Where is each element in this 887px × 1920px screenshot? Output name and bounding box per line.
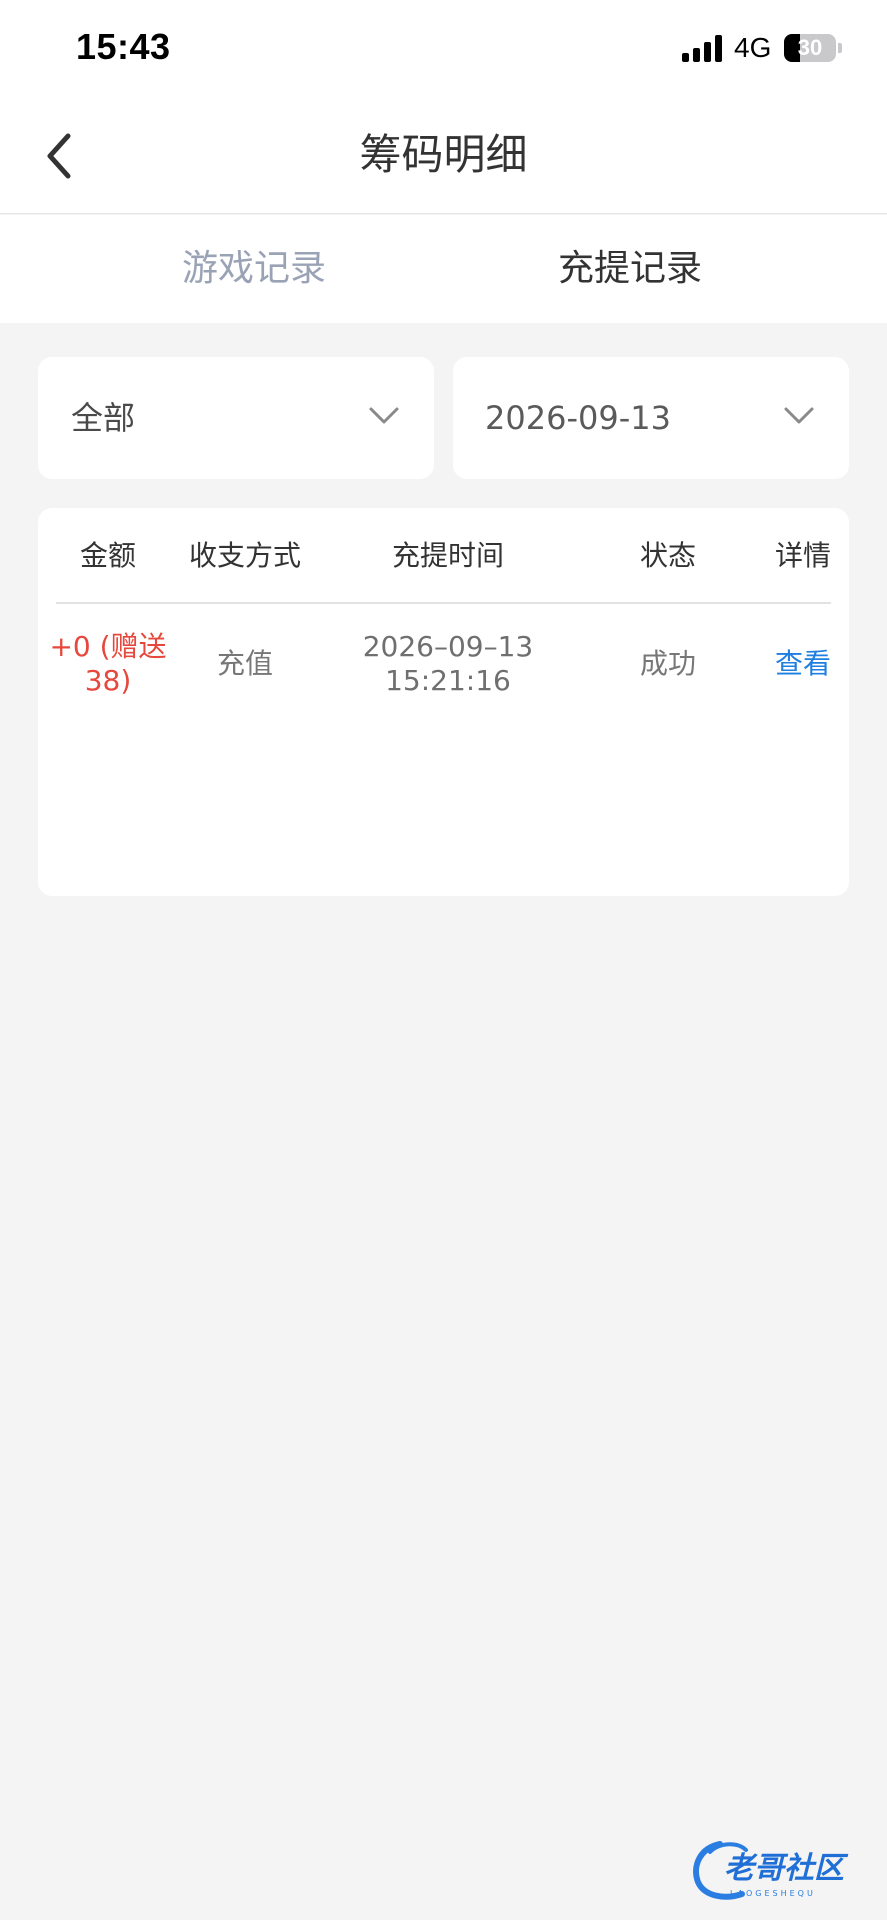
network-type: 4G [734, 32, 772, 63]
status-bar: 15:43 4G 30 [0, 0, 887, 100]
type-filter-dropdown[interactable]: 全部 [38, 357, 434, 479]
row-time: 2026–09–13 15:21:16 [308, 630, 588, 698]
row-date: 2026–09–13 [362, 630, 534, 663]
column-header-time: 充提时间 [391, 539, 504, 572]
back-button[interactable] [38, 128, 88, 184]
header-divider [56, 602, 831, 604]
battery-cap [838, 43, 842, 53]
signal-icon [682, 34, 724, 62]
type-filter-value: 全部 [71, 399, 136, 437]
battery-level: 30 [797, 35, 823, 60]
svg-text:LAOGESHEQU: LAOGESHEQU [730, 1889, 816, 1898]
svg-text:老哥社区: 老哥社区 [724, 1851, 849, 1886]
date-filter-value: 2026-09-13 [485, 399, 671, 437]
records-table: 金额 收支方式 充提时间 状态 详情 +0 (赠送 38) 充值 2026–09… [38, 508, 849, 896]
status-time: 15:43 [76, 26, 171, 67]
chevron-left-icon [47, 133, 71, 179]
date-filter-dropdown[interactable]: 2026-09-13 [453, 357, 849, 479]
tab-recharge-records[interactable]: 充提记录 [480, 215, 780, 323]
battery-icon: 30 [784, 34, 836, 62]
column-header-method: 收支方式 [188, 539, 301, 572]
row-amount-line2: 38) [84, 664, 132, 697]
tab-game-records[interactable]: 游戏记录 [104, 215, 404, 323]
view-detail-link[interactable]: 查看 [728, 647, 878, 681]
row-method: 充值 [216, 647, 273, 680]
row-amount-line1: +0 (赠送 [49, 630, 167, 663]
row-clock-time: 15:21:16 [385, 664, 511, 697]
column-header-amount: 金额 [79, 539, 136, 572]
column-header-detail: 详情 [774, 539, 831, 572]
watermark-logo: 老哥社区 LAOGESHEQU [693, 1841, 849, 1900]
page: 15:43 4G 30 筹码明细 游戏记录 充提记录 全部 2026-09-13… [0, 0, 887, 1920]
nav-bar: 筹码明细 [0, 100, 887, 214]
chevron-down-icon [784, 407, 814, 424]
row-amount: +0 (赠送 38) [48, 630, 168, 698]
tab-bar: 游戏记录 充提记录 [0, 215, 887, 323]
page-title: 筹码明细 [359, 130, 528, 179]
chevron-down-icon [369, 407, 399, 424]
